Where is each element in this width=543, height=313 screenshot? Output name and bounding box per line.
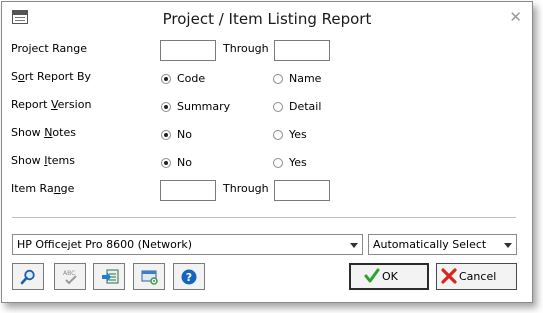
radio-label: Name [289,72,322,85]
cancel-label: Cancel [459,270,497,283]
paper-source-select[interactable]: Automatically Select [368,234,517,255]
ok-button[interactable]: OK [349,263,429,290]
printer-select-value: HP Officejet Pro 8600 (Network) [17,238,193,251]
radio-indicator [161,158,171,168]
report-version-label: Report Version [11,98,92,111]
sort-report-by-label: Sort Report By [11,70,92,83]
project-range-through-label: Through [223,42,269,55]
chevron-down-icon [350,243,358,248]
radio-label: Detail [289,100,322,113]
title-bar[interactable]: Project / Item Listing Report ✕ [2,2,532,33]
ok-label: OK [382,270,398,283]
radio-label: Yes [289,156,307,169]
project-range-through-input[interactable] [274,40,330,61]
radio-label: No [177,156,192,169]
cancel-x-icon [441,268,457,284]
help-icon: ? [181,269,197,285]
help-button[interactable]: ? [173,263,205,290]
item-range-through-input[interactable] [274,180,330,201]
chevron-down-icon [504,243,512,248]
section-divider [12,217,516,218]
radio-indicator [273,158,283,168]
close-icon[interactable]: ✕ [509,8,522,26]
export-button[interactable] [93,263,125,290]
radio-indicator [161,74,171,84]
show-notes-label: Show Notes [11,126,76,139]
radio-indicator [273,130,283,140]
dialog-title: Project / Item Listing Report [162,10,372,28]
spell-check-icon: ABC [63,270,77,285]
radio-label: Code [177,72,206,85]
printer-setup-button[interactable] [133,263,165,290]
report-dialog: Project / Item Listing Report ✕ Project … [1,1,533,303]
printer-select[interactable]: HP Officejet Pro 8600 (Network) [12,234,363,255]
radio-indicator [161,130,171,140]
search-icon [20,269,35,285]
radio-indicator [273,74,283,84]
checkmark-icon [364,268,380,283]
project-range-from-input[interactable] [160,40,216,61]
show-items-label: Show Items [11,154,75,167]
radio-indicator [273,102,283,112]
cancel-button[interactable]: Cancel [436,263,517,290]
preview-button[interactable] [12,263,44,290]
radio-label: Summary [177,100,231,113]
spell-check-button[interactable]: ABC [54,263,86,290]
export-icon [102,269,119,284]
help-glyph: ? [186,271,192,284]
item-range-through-label: Through [223,182,269,195]
abc-text: ABC [63,270,75,277]
project-range-label: Project Range [11,42,87,55]
radio-label: Yes [289,128,307,141]
paper-source-value: Automatically Select [373,238,487,251]
radio-indicator [161,102,171,112]
printer-settings-icon [141,270,158,285]
item-range-from-input[interactable] [160,180,216,201]
item-range-label: Item Range [11,182,75,195]
radio-label: No [177,128,192,141]
